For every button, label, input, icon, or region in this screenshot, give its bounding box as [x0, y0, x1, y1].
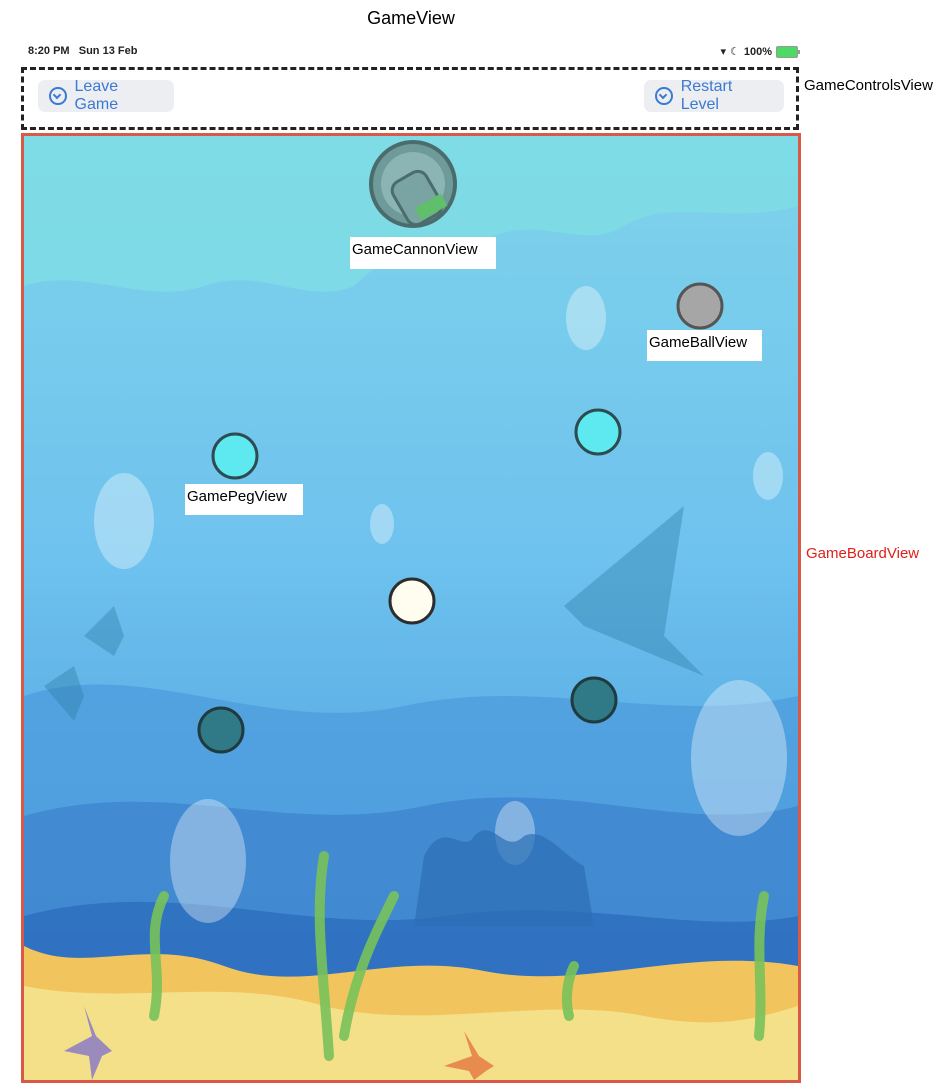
cannon[interactable] — [369, 140, 457, 228]
leave-game-label: Leave Game — [74, 78, 119, 113]
board-view-label: GameBoardView — [806, 545, 920, 562]
cannon-view-label: GameCannonView — [350, 237, 496, 269]
leave-icon — [49, 87, 67, 105]
battery-percent: 100% — [743, 45, 772, 58]
game-ball — [676, 282, 724, 330]
restart-icon — [655, 87, 673, 105]
peg-view-label: GamePegView — [185, 484, 303, 515]
game-controls-view: Leave Game Restart Level — [21, 67, 799, 130]
battery-icon — [776, 45, 800, 58]
moon-icon: ☾ — [729, 46, 740, 58]
gameview-title: GameView — [367, 8, 455, 28]
restart-level-label: Restart Level — [680, 78, 733, 113]
peg-dark-1 — [197, 706, 245, 754]
status-date: Sun 13 Feb — [78, 45, 138, 57]
status-bar: 8:20 PM Sun 13 Feb ▾ ☾ 100% — [28, 45, 800, 61]
game-board-view[interactable] — [21, 133, 801, 1083]
ball-view-label: GameBallView — [647, 330, 762, 361]
board-actors — [197, 140, 724, 754]
peg-white — [388, 577, 436, 625]
restart-level-button[interactable]: Restart Level — [644, 78, 784, 113]
peg-cyan-2 — [574, 408, 622, 456]
leave-game-button[interactable]: Leave Game — [38, 78, 174, 113]
peg-cyan-1 — [211, 432, 259, 480]
status-time-date: 8:20 PM Sun 13 Feb — [28, 45, 137, 57]
controls-view-label: GameControlsView — [804, 77, 933, 94]
wifi-icon: ▾ — [720, 46, 726, 58]
peg-dark-2 — [570, 676, 618, 724]
status-indicators: ▾ ☾ 100% — [720, 45, 800, 58]
status-time: 8:20 PM — [28, 45, 70, 57]
